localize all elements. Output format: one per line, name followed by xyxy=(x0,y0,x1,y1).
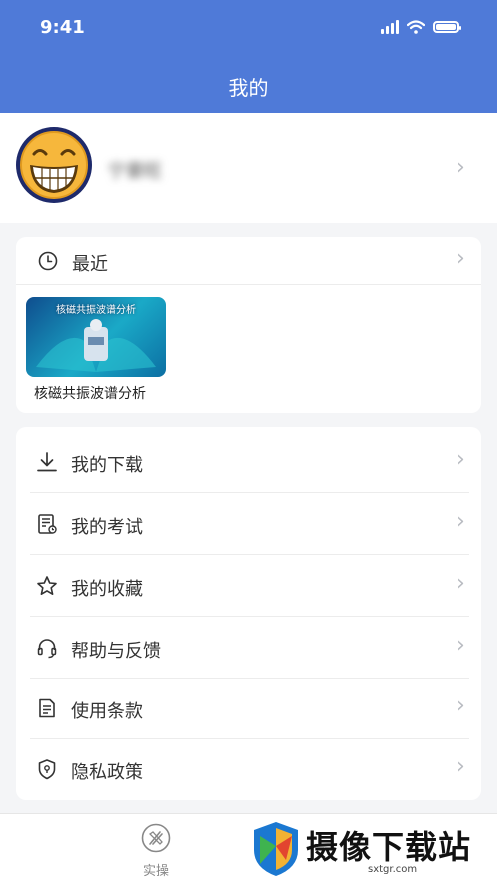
document-icon xyxy=(39,698,55,718)
status-time: 9:41 xyxy=(40,17,85,38)
shield-icon xyxy=(38,759,56,780)
username: 宁豪旺 xyxy=(108,161,162,182)
thumbnail-title: 核磁共振波谱分析 xyxy=(56,305,136,316)
battery-icon xyxy=(433,21,461,33)
recent-card: 最近 › 核磁共振波谱分析 核磁共振波谱分析 xyxy=(16,237,481,413)
watermark-text: 摄像下载站 xyxy=(306,828,472,866)
menu-label: 我的收藏 xyxy=(71,579,143,600)
menu-label: 帮助与反馈 xyxy=(71,641,161,662)
menu-label: 我的下载 xyxy=(71,455,143,476)
headset-icon xyxy=(37,639,57,659)
menu-item-terms[interactable]: 使用条款 › xyxy=(16,677,481,739)
tab-label: 实操 xyxy=(142,864,169,879)
status-icons xyxy=(381,20,461,34)
practice-icon xyxy=(141,823,171,853)
chevron-right-icon: › xyxy=(456,246,465,271)
menu-label: 隐私政策 xyxy=(71,762,143,783)
page-title: 我的 xyxy=(228,76,269,100)
chevron-right-icon: › xyxy=(456,509,465,534)
course-thumbnail[interactable]: 核磁共振波谱分析 xyxy=(26,297,166,377)
wifi-icon xyxy=(407,20,425,34)
chevron-right-icon: › xyxy=(456,693,465,718)
menu-item-downloads[interactable]: 我的下载 › xyxy=(16,431,481,493)
chevron-right-icon: › xyxy=(456,447,465,472)
avatar[interactable] xyxy=(16,127,92,203)
chevron-right-icon: › xyxy=(456,754,465,779)
menu-item-privacy[interactable]: 隐私政策 › xyxy=(16,738,481,800)
chevron-right-icon: › xyxy=(456,155,465,180)
chevron-right-icon: › xyxy=(456,571,465,596)
star-icon xyxy=(37,576,57,595)
download-icon xyxy=(37,452,57,472)
menu-item-help-feedback[interactable]: 帮助与反馈 › xyxy=(16,617,481,679)
menu-card: 我的下载 › 我的考试 › 我的收藏 › 帮助与反馈 › 使用条款 › 隐私政策… xyxy=(16,427,481,800)
grinning-face-icon xyxy=(20,131,88,199)
menu-item-favorites[interactable]: 我的收藏 › xyxy=(16,555,481,617)
cellular-signal-icon xyxy=(381,20,399,34)
clock-icon xyxy=(38,251,58,271)
menu-label: 使用条款 xyxy=(71,701,143,722)
header-bar: 9:41 我的 xyxy=(0,0,497,113)
profile-row[interactable]: 宁豪旺 › xyxy=(0,113,497,223)
watermark: 摄像下载站 sxtgr.com xyxy=(250,820,495,880)
tab-practice[interactable]: 实操 xyxy=(128,822,184,879)
watermark-logo-icon xyxy=(254,822,298,876)
menu-item-exams[interactable]: 我的考试 › xyxy=(16,493,481,555)
recent-row[interactable]: 最近 › xyxy=(16,237,481,285)
recent-label: 最近 xyxy=(72,254,108,275)
exam-icon xyxy=(38,514,57,534)
chevron-right-icon: › xyxy=(456,633,465,658)
course-caption: 核磁共振波谱分析 xyxy=(34,386,146,402)
watermark-url: sxtgr.com xyxy=(368,864,418,875)
menu-label: 我的考试 xyxy=(71,517,143,538)
